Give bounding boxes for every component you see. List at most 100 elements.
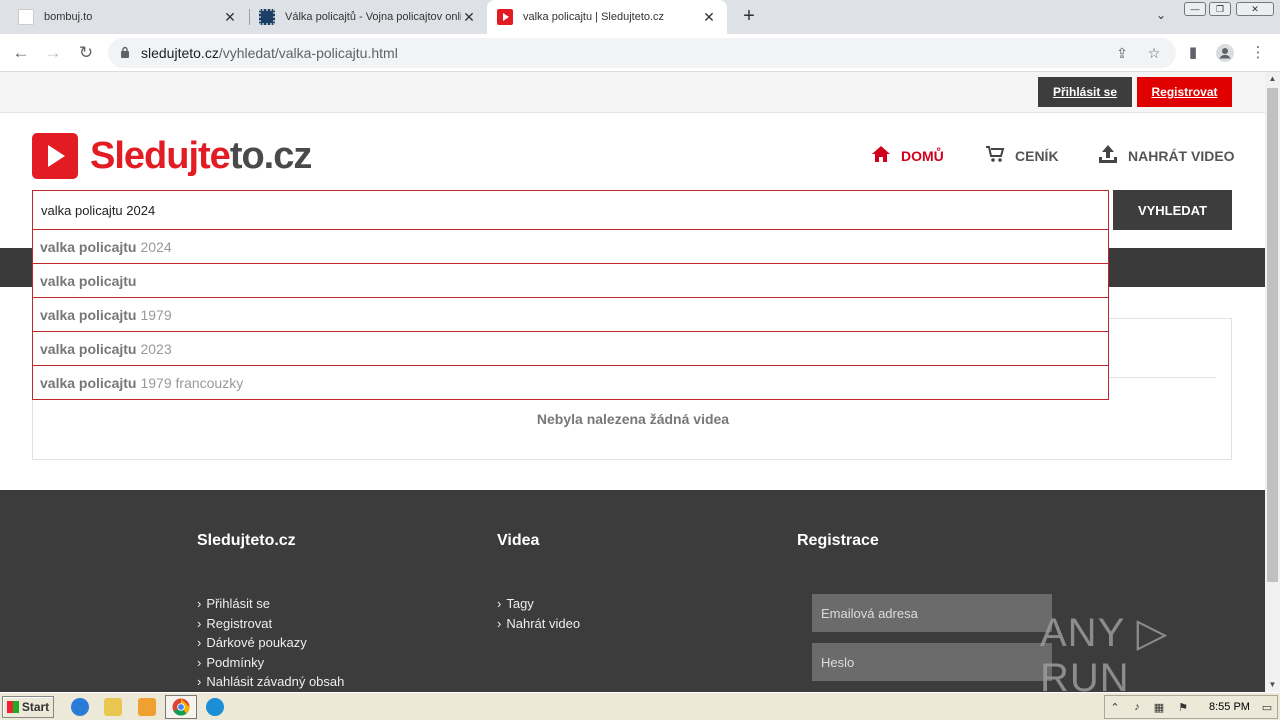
footer-link[interactable]: Dárkové poukazy (197, 633, 344, 653)
suggestion-item[interactable]: valka policajtu 2024 (33, 229, 1108, 263)
media-player-icon[interactable] (138, 698, 156, 716)
tab-bombuj[interactable]: bombuj.to ✕ (8, 0, 248, 34)
forward-arrow-icon[interactable]: → (42, 42, 64, 64)
youtube-play-icon (497, 9, 513, 25)
tab-valka-policajtu-online[interactable]: Válka policajtů - Vojna policajtov onlin… (249, 0, 487, 34)
volume-icon[interactable]: ♪ (1131, 701, 1143, 714)
back-arrow-icon[interactable]: ← (10, 42, 32, 64)
footer-link[interactable]: Přihlásit se (197, 594, 344, 614)
browser-tab-bar: bombuj.to ✕ Válka policajtů - Vojna poli… (0, 0, 1280, 34)
url-text: sledujteto.cz/vyhledat/valka-policajtu.h… (141, 45, 398, 61)
suggestion-item[interactable]: valka policajtu (33, 263, 1108, 297)
play-logo-icon (32, 133, 78, 179)
register-button[interactable]: Registrovat (1137, 77, 1232, 107)
search-suggestions-dropdown: valka policajtu 2024 valka policajtu valk… (32, 229, 1109, 400)
network-icon[interactable]: ▦ (1153, 701, 1165, 714)
close-window-button[interactable]: ✕ (1236, 2, 1274, 16)
suggestion-match: valka policajtu (40, 340, 137, 357)
cart-icon (985, 145, 1005, 168)
site-footer: Sledujteto.cz Přihlásit se Registrovat D… (0, 490, 1265, 692)
suggestion-match: valka policajtu (40, 238, 137, 255)
search-input[interactable]: valka policajtu 2024 (32, 190, 1109, 230)
nav-upload-label: NAHRÁT VIDEO (1128, 148, 1235, 164)
page-scrollbar[interactable]: ▲ ▼ (1265, 72, 1280, 692)
chrome-taskbar-button[interactable] (165, 695, 197, 719)
minimize-window-button[interactable]: — (1184, 2, 1206, 16)
start-label: Start (21, 700, 50, 714)
action-center-flag-icon[interactable]: ⚑ (1177, 701, 1189, 714)
edge-icon[interactable] (206, 698, 224, 716)
suggestion-item[interactable]: valka policajtu 2023 (33, 331, 1108, 365)
nav-home-label: DOMŮ (901, 148, 944, 164)
windows-logo-icon (6, 701, 19, 713)
email-field[interactable]: Emailová adresa (812, 594, 1052, 632)
search-button[interactable]: VYHLEDAT (1113, 190, 1232, 230)
lock-icon (120, 46, 130, 58)
top-account-strip: Přihlásit se Registrovat (0, 72, 1265, 113)
footer-links-videos: Tagy Nahrát video (497, 594, 580, 633)
password-placeholder: Heslo (821, 654, 855, 670)
tab-search-chevron-icon[interactable]: ⌄ (1152, 8, 1170, 26)
email-placeholder: Emailová adresa (821, 605, 918, 621)
restore-window-button[interactable]: ❐ (1209, 2, 1231, 16)
footer-heading-registration: Registrace (797, 532, 879, 549)
search-input-value: valka policajtu 2024 (41, 202, 156, 218)
logo-text-red: Sledujte (90, 135, 231, 177)
url-path: /vyhledat/valka-policajtu.html (218, 45, 398, 61)
footer-link[interactable]: Podmínky (197, 653, 344, 673)
address-bar[interactable]: sledujteto.cz/vyhledat/valka-policajtu.h… (108, 38, 1176, 68)
tray-expand-icon[interactable]: ⌃ (1109, 701, 1121, 714)
scroll-down-arrow-icon[interactable]: ▼ (1265, 678, 1280, 692)
scroll-up-arrow-icon[interactable]: ▲ (1265, 72, 1280, 86)
profile-avatar-icon[interactable] (1214, 42, 1236, 64)
start-button[interactable]: Start (2, 696, 54, 718)
suggestion-rest: 2023 (140, 340, 172, 357)
suggestion-match: valka policajtu (40, 374, 137, 391)
suggestion-match: valka policajtu (40, 272, 137, 289)
suggestion-match: valka policajtu (40, 306, 137, 323)
no-results-message: Nebyla nalezena žádná videa (536, 411, 730, 427)
site-logo[interactable]: Sledujteto.cz (32, 132, 313, 180)
show-desktop-icon[interactable]: ▭ (1261, 701, 1273, 714)
close-tab-icon[interactable]: ✕ (701, 9, 717, 26)
menu-kebab-icon[interactable]: ⋮ (1247, 42, 1269, 64)
nav-pricing[interactable]: CENÍK (985, 144, 1059, 168)
close-tab-icon[interactable]: ✕ (461, 9, 477, 26)
suggestion-item[interactable]: valka policajtu 1979 francouzky (33, 365, 1108, 399)
url-host: sledujteto.cz (141, 45, 219, 61)
bookmark-star-icon[interactable]: ☆ (1145, 45, 1163, 63)
page-favicon-icon (18, 9, 34, 25)
logo-text-grey: to.cz (229, 135, 313, 177)
taskbar-clock[interactable]: 8:55 PM (1209, 701, 1250, 713)
login-button[interactable]: Přihlásit se (1038, 77, 1132, 107)
footer-heading-videos: Videa (497, 532, 540, 549)
footer-link[interactable]: Nahlásit závadný obsah (197, 672, 344, 692)
anyrun-watermark: ANY ▷ RUN (1040, 611, 1169, 692)
internet-explorer-icon[interactable] (71, 698, 89, 716)
tab-title: valka policajtu | Sledujteto.cz (523, 11, 665, 23)
footer-link[interactable]: Tagy (497, 594, 580, 614)
suggestion-rest: 2024 (140, 238, 172, 255)
page-viewport: Přihlásit se Registrovat Sledujteto.cz D… (0, 72, 1265, 692)
suggestion-item[interactable]: valka policajtu 1979 (33, 297, 1108, 331)
nav-upload[interactable]: NAHRÁT VIDEO (1098, 144, 1235, 168)
close-tab-icon[interactable]: ✕ (222, 9, 238, 26)
windows-taskbar: Start ⌃ ♪ ▦ ⚑ 8:55 PM ▭ (0, 692, 1280, 720)
reload-icon[interactable]: ↻ (75, 42, 97, 64)
new-tab-button[interactable]: + (738, 5, 760, 27)
film-icon (259, 9, 275, 25)
upload-icon (1098, 144, 1118, 169)
file-explorer-icon[interactable] (104, 698, 122, 716)
footer-link[interactable]: Registrovat (197, 614, 344, 634)
nav-home[interactable]: DOMŮ (871, 144, 944, 168)
password-field[interactable]: Heslo (812, 643, 1052, 681)
tab-sledujteto-active[interactable]: valka policajtu | Sledujteto.cz ✕ (487, 0, 727, 34)
side-panel-icon[interactable]: ▮ (1182, 42, 1204, 64)
chrome-icon (172, 698, 190, 716)
share-icon[interactable]: ⇪ (1113, 45, 1131, 63)
scrollbar-thumb[interactable] (1267, 88, 1278, 582)
footer-heading-site: Sledujteto.cz (197, 532, 296, 549)
footer-link[interactable]: Nahrát video (497, 614, 580, 634)
browser-toolbar: ← → ↻ sledujteto.cz/vyhledat/valka-polic… (0, 34, 1280, 72)
nav-pricing-label: CENÍK (1015, 148, 1059, 164)
